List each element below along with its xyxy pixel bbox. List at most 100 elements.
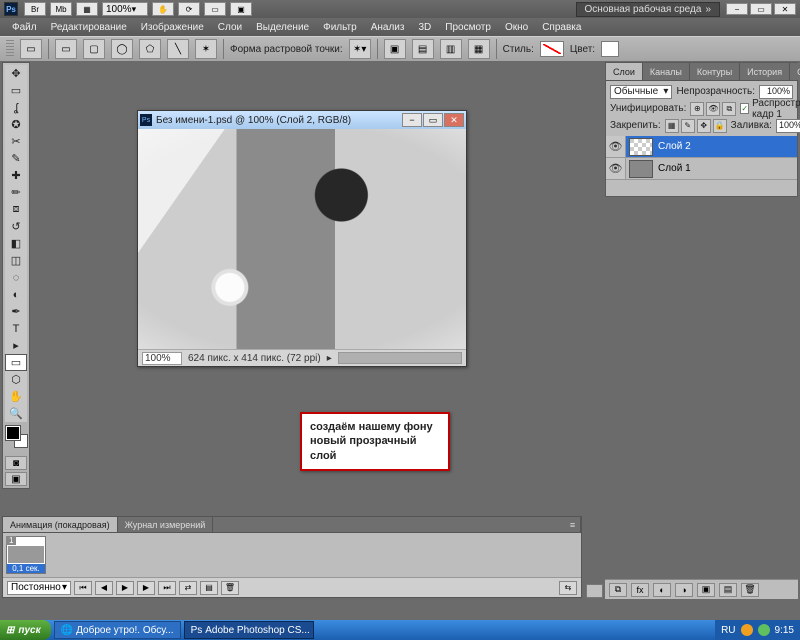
menu-filter[interactable]: Фильтр (317, 20, 363, 35)
move-tool[interactable]: ✥ (5, 65, 27, 82)
layer-row[interactable]: 👁 Слой 1 (606, 158, 797, 180)
doc-maximize-button[interactable]: ▭ (423, 113, 443, 127)
gradient-tool[interactable]: ◫ (5, 252, 27, 269)
taskbar-item[interactable]: 🌐Доброе утро!. Обсу... (54, 621, 181, 639)
shape-ellipse-button[interactable]: ◯ (111, 39, 133, 59)
tween-button[interactable]: ⇄ (179, 581, 197, 595)
tab-layers[interactable]: Слои (606, 63, 643, 80)
history-brush-tool[interactable]: ↺ (5, 218, 27, 235)
play-button[interactable]: ▶ (116, 581, 134, 595)
menu-layers[interactable]: Слои (212, 20, 248, 35)
shape-line-button[interactable]: ╲ (167, 39, 189, 59)
document-canvas[interactable] (138, 129, 466, 349)
tab-channels[interactable]: Каналы (643, 63, 690, 80)
menu-3d[interactable]: 3D (412, 20, 437, 35)
start-button[interactable]: ⊞ пуск (0, 620, 51, 640)
arrange-button[interactable]: ▭ (204, 2, 226, 16)
marquee-tool[interactable]: ▭ (5, 82, 27, 99)
loop-dropdown[interactable]: Постоянно▾ (7, 581, 71, 595)
healing-tool[interactable]: ✚ (5, 167, 27, 184)
brush-tool[interactable]: ✏ (5, 184, 27, 201)
lock-transparent-icon[interactable]: ▦ (665, 119, 679, 133)
pathop-3[interactable]: ▥ (440, 39, 462, 59)
shape-roundrect-button[interactable]: ▢ (83, 39, 105, 59)
shape-polygon-button[interactable]: ⬠ (139, 39, 161, 59)
convert-timeline-button[interactable]: ⇆ (559, 581, 577, 595)
document-titlebar[interactable]: Ps Без имени-1.psd @ 100% (Слой 2, RGB/8… (138, 111, 466, 129)
menu-help[interactable]: Справка (536, 20, 587, 35)
menu-file[interactable]: Файл (6, 20, 43, 35)
minibridge-button[interactable]: Mb (50, 2, 72, 16)
duplicate-frame-button[interactable]: ▤ (200, 581, 218, 595)
eyedropper-tool[interactable]: ✎ (5, 150, 27, 167)
menu-view[interactable]: Просмотр (439, 20, 497, 35)
opacity-field[interactable]: 100% (759, 85, 793, 99)
hand-tool[interactable]: ✋ (5, 388, 27, 405)
doc-minimize-button[interactable]: − (402, 113, 422, 127)
layer-row[interactable]: 👁 Слой 2 (606, 136, 797, 158)
blur-tool[interactable]: ◌ (5, 269, 27, 286)
adjustment-layer-button[interactable]: ◑ (675, 583, 693, 597)
menu-window[interactable]: Окно (499, 20, 534, 35)
dodge-tool[interactable]: ◐ (5, 286, 27, 303)
unify-pos-icon[interactable]: ⊕ (690, 102, 704, 116)
doc-zoom-field[interactable]: 100% (142, 352, 182, 365)
menu-select[interactable]: Выделение (250, 20, 315, 35)
next-frame-button[interactable]: ▶ (137, 581, 155, 595)
window-minimize-button[interactable]: − (726, 3, 748, 15)
type-tool[interactable]: T (5, 320, 27, 337)
first-frame-button[interactable]: ⏮ (74, 581, 92, 595)
3d-tool[interactable]: ⬡ (5, 371, 27, 388)
shape-preset-dropdown[interactable]: ✶▾ (349, 39, 371, 59)
tab-measurement-log[interactable]: Журнал измерений (118, 517, 214, 532)
zoom-dropdown[interactable]: 100% ▾ (102, 2, 148, 16)
visibility-toggle[interactable]: 👁 (606, 158, 626, 179)
fill-field[interactable]: 100% (776, 119, 800, 133)
tray-icon[interactable] (741, 624, 753, 636)
pen-tool[interactable]: ✒ (5, 303, 27, 320)
shape-tool[interactable]: ▭ (5, 354, 27, 371)
eraser-tool[interactable]: ◧ (5, 235, 27, 252)
tab-animation[interactable]: Анимация (покадровая) (3, 517, 118, 532)
lock-position-icon[interactable]: ✥ (697, 119, 711, 133)
grip-icon[interactable] (6, 40, 14, 58)
layer-style-button[interactable]: fx (631, 583, 649, 597)
menu-image[interactable]: Изображение (135, 20, 210, 35)
workspace-hscroll[interactable] (586, 584, 603, 598)
layer-mask-button[interactable]: ◐ (653, 583, 671, 597)
last-frame-button[interactable]: ⏭ (158, 581, 176, 595)
link-layers-button[interactable]: ⧉ (609, 583, 627, 597)
system-tray[interactable]: RU 9:15 (715, 620, 800, 640)
hand-tool-button[interactable]: ✋ (152, 2, 174, 16)
style-picker[interactable] (540, 41, 564, 57)
quick-select-tool[interactable]: ✪ (5, 116, 27, 133)
layer-name[interactable]: Слой 2 (656, 141, 691, 152)
doc-info-menu[interactable]: ▸ (327, 353, 332, 364)
color-picker[interactable] (601, 41, 619, 57)
pathop-2[interactable]: ▤ (412, 39, 434, 59)
menu-analysis[interactable]: Анализ (365, 20, 411, 35)
doc-hscroll[interactable] (338, 352, 462, 364)
layer-thumbnail[interactable] (629, 138, 653, 156)
bridge-button[interactable]: Br (24, 2, 46, 16)
doc-close-button[interactable]: ✕ (444, 113, 464, 127)
unify-vis-icon[interactable]: 👁 (706, 102, 720, 116)
layer-group-button[interactable]: ▣ (697, 583, 715, 597)
workspace-switcher[interactable]: Основная рабочая среда» (576, 2, 720, 17)
tab-actions[interactable]: Операции (790, 63, 800, 80)
foreground-color-swatch[interactable] (6, 426, 20, 440)
visibility-toggle[interactable]: 👁 (606, 136, 626, 157)
tray-clock[interactable]: 9:15 (775, 625, 794, 636)
tray-lang[interactable]: RU (721, 625, 735, 636)
unify-style-icon[interactable]: ⧉ (722, 102, 736, 116)
pathop-4[interactable]: ▦ (468, 39, 490, 59)
propagate-checkbox[interactable]: ✓ (740, 103, 749, 114)
color-swatches[interactable] (5, 426, 27, 454)
pathop-1[interactable]: ▣ (384, 39, 406, 59)
screen-mode-button[interactable]: ▣ (230, 2, 252, 16)
window-restore-button[interactable]: ▭ (750, 3, 772, 15)
extras-button[interactable]: ▦ (76, 2, 98, 16)
screenmode-button[interactable]: ▣ (5, 472, 27, 486)
window-close-button[interactable]: ✕ (774, 3, 796, 15)
blend-mode-dropdown[interactable]: Обычные▾ (610, 85, 672, 99)
